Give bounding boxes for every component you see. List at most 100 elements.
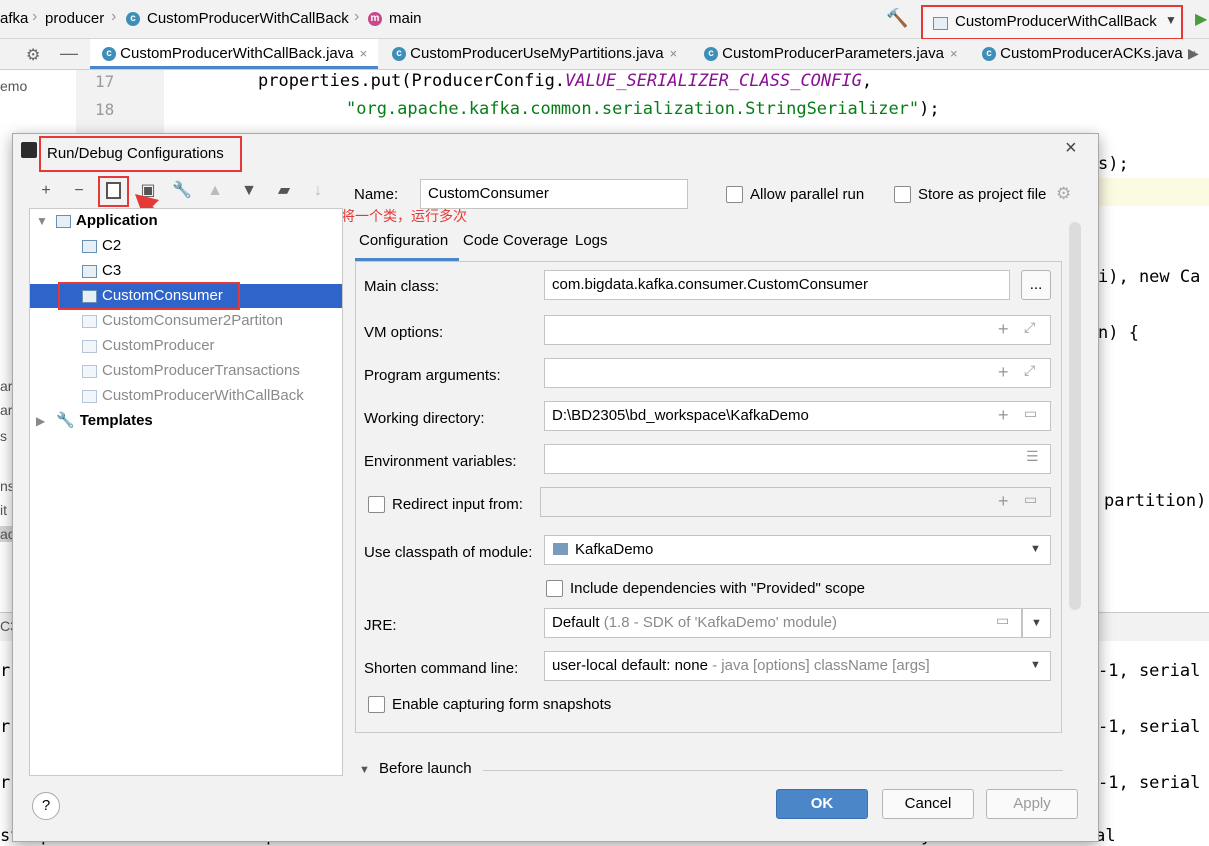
ok-button[interactable]: OK [776,789,868,819]
tab-customproducerparameters[interactable]: c CustomProducerParameters.java × [704,39,958,69]
build-hammer-icon[interactable]: 🔨 [886,8,908,29]
code-line[interactable]: "org.apache.kafka.common.serialization.S… [346,99,940,119]
expand-icon[interactable]: ⤢ [1024,362,1035,379]
add-icon[interactable]: + [998,362,1009,383]
breadcrumb-separator: › [32,8,38,25]
tab-code-coverage[interactable]: Code Coverage [463,232,568,249]
scrollbar[interactable] [1069,222,1081,610]
classpath-module-select[interactable]: KafkaDemo [544,535,1051,565]
tree-item-c3[interactable]: C3 [82,259,121,283]
tree-item-customproducertransactions[interactable]: CustomProducerTransactions [82,359,300,383]
folder-icon[interactable]: ▭ [996,612,1009,629]
config-icon [82,239,97,253]
jre-select[interactable]: Default (1.8 - SDK of 'KafkaDemo' module… [544,608,1022,638]
breadcrumb-class[interactable]: CustomProducerWithCallBack [147,10,349,27]
code-string: "org.apache.kafka.common.serialization.S… [346,99,920,119]
code-text: , [861,71,873,91]
breadcrumb-method[interactable]: main [389,10,422,27]
add-icon[interactable]: + [35,180,57,202]
class-icon: c [982,47,996,62]
close-icon[interactable]: × [360,46,368,61]
environment-variables-input[interactable] [544,444,1051,474]
sort-icon[interactable]: ↓ [307,180,329,202]
redirect-input-field[interactable] [540,487,1051,517]
close-icon[interactable]: × [950,46,958,61]
tree-application[interactable]: Application [56,209,158,233]
project-item[interactable]: it [0,502,7,518]
gear-icon[interactable]: ⚙ [1056,184,1071,204]
include-dependencies-checkbox[interactable] [546,580,563,597]
chevron-down-icon: ▼ [1030,543,1041,555]
expand-icon[interactable]: ⤢ [1024,319,1035,336]
program-arguments-input[interactable] [544,358,1051,388]
run-configuration-selector[interactable]: CustomProducerWithCallBack ▼ [921,5,1183,40]
tab-label: CustomProducerWithCallBack.java [120,45,354,62]
tab-configuration[interactable]: Configuration [359,232,448,249]
tree-templates[interactable]: 🔧 Templates [56,409,153,433]
code-fragment: n) { [1098,323,1139,343]
expand-arrow-icon[interactable]: ▼ [36,209,48,233]
tree-item-customproducerwithcallback[interactable]: CustomProducerWithCallBack [82,384,304,408]
chevron-down-icon: ▼ [1030,659,1041,671]
config-icon [82,264,97,278]
copy-icon [106,182,121,199]
classpath-module-label: Use classpath of module: [364,544,533,561]
apply-button[interactable]: Apply [986,789,1078,819]
add-icon[interactable]: + [998,491,1009,512]
vm-options-input[interactable] [544,315,1051,345]
capture-snapshots-checkbox[interactable] [368,696,385,713]
tab-logs[interactable]: Logs [575,232,608,249]
tabs-overflow-icon[interactable]: ▶ [1188,45,1199,62]
classpath-module-value: KafkaDemo [575,541,654,558]
class-icon: c [126,12,140,26]
expand-arrow-icon[interactable]: ▶ [36,409,45,433]
name-input[interactable]: CustomConsumer [420,179,688,209]
minimize-icon[interactable]: — [60,43,78,64]
project-item[interactable]: s [0,428,7,444]
tab-customproducerwithcallback[interactable]: c CustomProducerWithCallBack.java × [90,39,378,69]
collapse-arrow-icon[interactable]: ▼ [359,764,370,776]
redirect-input-checkbox[interactable] [368,496,385,513]
main-class-label: Main class: [364,278,440,295]
shorten-command-line-select[interactable]: user-local default: none - java [options… [544,651,1051,681]
allow-parallel-checkbox[interactable] [726,186,743,203]
store-project-checkbox[interactable] [894,186,911,203]
folder-icon[interactable]: ▭ [1024,405,1037,422]
working-directory-input[interactable]: D:\BD2305\bd_workspace\KafkaDemo [544,401,1051,431]
breadcrumb-project[interactable]: afka [0,10,28,27]
browse-main-class-button[interactable]: ... [1021,270,1051,300]
folder-icon[interactable]: ▭ [1024,491,1037,508]
code-constant: VALUE_SERIALIZER_CLASS_CONFIG [565,71,862,91]
line-number: 18 [95,100,115,119]
add-icon[interactable]: + [998,319,1009,340]
tree-item-customconsumer[interactable]: CustomConsumer [82,284,223,308]
add-icon[interactable]: + [998,405,1009,426]
main-class-input[interactable]: com.bigdata.kafka.consumer.CustomConsume… [544,270,1010,300]
tab-label: CustomProducerParameters.java [722,45,944,62]
document-icon[interactable]: ☰ [1026,448,1039,465]
dialog-title-box: Run/Debug Configurations [39,136,242,172]
code-fragment: s); [1098,154,1129,174]
help-button[interactable]: ? [32,792,60,820]
close-icon[interactable]: × [670,46,678,61]
jre-dropdown-button[interactable]: ▼ [1022,608,1051,638]
run-icon[interactable]: ▶ [1195,9,1207,29]
before-launch-label[interactable]: Before launch [379,760,472,777]
tab-customproduceracks[interactable]: c CustomProducerACKs.java × [982,39,1196,69]
include-dependencies-label: Include dependencies with "Provided" sco… [570,580,866,597]
tree-item-customconsumer2partiton[interactable]: CustomConsumer2Partiton [82,309,283,333]
project-item[interactable]: emo [0,78,27,94]
class-icon: c [704,47,718,62]
folder-add-icon[interactable]: ▰ [273,180,295,202]
copy-configuration-button[interactable] [98,176,129,207]
close-icon[interactable]: × [1065,137,1077,160]
run-debug-configurations-dialog: Run/Debug Configurations × + − ▣ 🔧 ▲ ▼ ▰… [12,133,1099,842]
breadcrumb-package[interactable]: producer [45,10,104,27]
code-line[interactable]: properties.put(ProducerConfig.VALUE_SERI… [258,71,872,91]
tree-item-c2[interactable]: C2 [82,234,121,258]
tree-item-customproducer[interactable]: CustomProducer [82,334,215,358]
tab-customproduceruseMypartitions[interactable]: c CustomProducerUseMyPartitions.java × [392,39,677,69]
remove-icon[interactable]: − [68,180,90,202]
gear-icon[interactable]: ⚙ [26,45,40,65]
cancel-button[interactable]: Cancel [882,789,974,819]
